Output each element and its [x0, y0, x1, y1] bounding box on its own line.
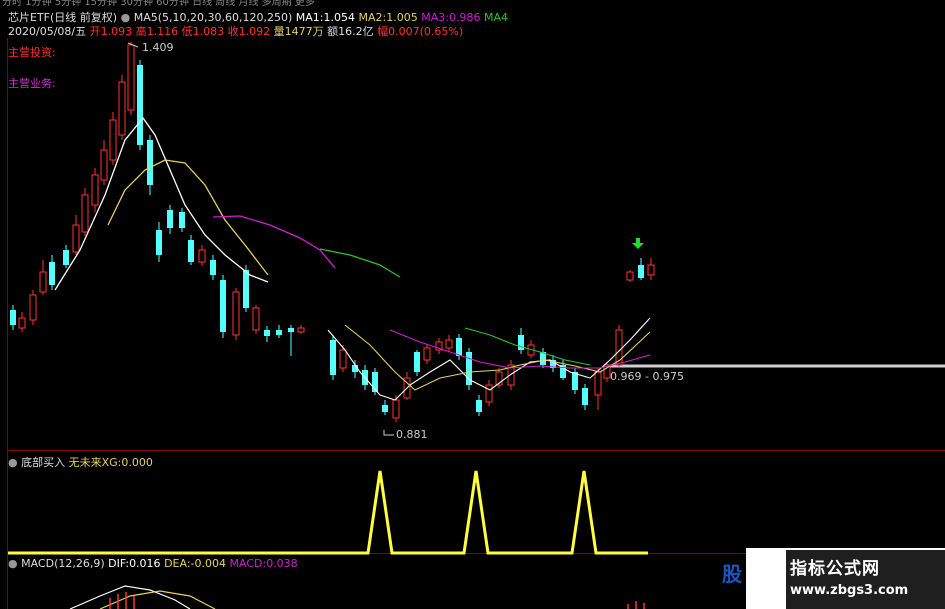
candle-body — [81, 194, 89, 233]
indicator-value: 0.000 — [121, 456, 153, 469]
candle-body — [10, 310, 16, 325]
candle-body — [198, 249, 206, 263]
candle-body — [210, 260, 216, 275]
candle-body — [638, 265, 644, 278]
candle-body — [264, 330, 270, 336]
candle-body — [330, 340, 336, 375]
candle-body — [29, 294, 37, 321]
candle-body — [147, 140, 153, 185]
indicator-panel-header: ● 底部买入 无未来XG:0.000 — [8, 454, 153, 470]
macd-label: MACD: — [229, 557, 267, 570]
range-annotation: 0.969 - 0.975 — [610, 370, 684, 383]
candle-body — [156, 230, 162, 255]
watermark-title: 指标公式网 — [790, 559, 880, 579]
candle-body — [626, 271, 634, 281]
candle-body — [339, 349, 347, 369]
candle-body — [243, 270, 249, 308]
candle-body — [18, 317, 26, 329]
indicator-name[interactable]: 底部买入 — [21, 456, 65, 469]
candle-body — [167, 210, 173, 228]
macd-histogram — [109, 592, 645, 609]
candle-body — [220, 280, 226, 332]
candle-body — [582, 388, 588, 405]
candle-body — [188, 240, 194, 262]
macd-dif-line — [69, 585, 191, 609]
candle-body — [382, 405, 388, 412]
candle-body — [118, 81, 126, 136]
candle-body — [485, 384, 493, 403]
indicator-toggle-icon[interactable]: ● — [8, 456, 18, 469]
watermark-left-text: 股 — [722, 562, 742, 586]
candle-body — [392, 399, 400, 419]
candle-body — [100, 149, 108, 181]
candle-body — [414, 352, 420, 372]
candle-body — [615, 329, 623, 366]
macd-name[interactable]: MACD(12,26,9) — [21, 557, 105, 570]
watermark-url: www.zbgs3.com — [790, 583, 909, 598]
indicator-params: 无未来XG: — [68, 456, 122, 469]
low-annotation-leader — [383, 430, 394, 436]
candle-body — [456, 338, 462, 356]
low-price-annotation: 0.881 — [396, 428, 428, 441]
candle-body — [137, 65, 143, 145]
macd-panel-header: ● MACD(12,26,9) DIF:0.016 DEA:-0.004 MAC… — [8, 557, 298, 570]
candle-body — [72, 224, 80, 253]
candle-body — [647, 264, 655, 276]
dea-label: DEA: — [164, 557, 191, 570]
candle-body — [594, 371, 602, 396]
candle-body — [179, 212, 185, 228]
candle-body — [423, 347, 431, 361]
dif-label: DIF: — [108, 557, 130, 570]
candle-body — [63, 250, 69, 265]
candle-body — [232, 291, 240, 336]
candle-body — [297, 327, 305, 333]
candle-body — [109, 119, 117, 161]
candle-body — [276, 330, 282, 335]
high-price-annotation: 1.409 — [142, 41, 174, 54]
candlestick-chart[interactable]: 1.409 0.881 0.969 - 0.975 — [0, 0, 945, 609]
candle-body — [252, 307, 260, 331]
buy-arrow-icon — [632, 238, 644, 249]
candle-body — [91, 174, 99, 206]
macd-toggle-icon[interactable]: ● — [8, 557, 18, 570]
candle-body — [49, 262, 55, 285]
ma4-line — [319, 248, 401, 278]
bottom-buy-signal-line — [8, 470, 648, 555]
candle-body — [127, 44, 135, 111]
dea-value: -0.004 — [190, 557, 226, 570]
candle-body — [445, 339, 453, 349]
candle-body — [39, 271, 47, 293]
candle-body — [288, 328, 294, 332]
macd-value: 0.038 — [266, 557, 298, 570]
candle-body — [476, 400, 482, 412]
dif-value: 0.016 — [129, 557, 161, 570]
